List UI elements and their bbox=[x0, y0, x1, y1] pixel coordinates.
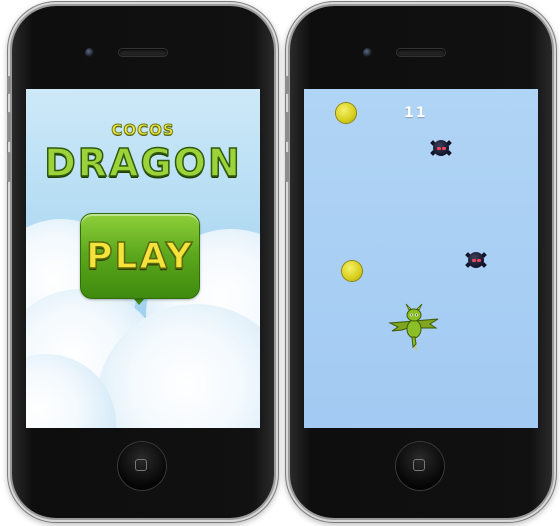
volume-down-button bbox=[7, 152, 11, 182]
menu-screen: COCOS DRAGON PLAY bbox=[26, 89, 260, 428]
home-button[interactable] bbox=[396, 442, 444, 490]
game-title-small: COCOS bbox=[111, 121, 175, 140]
volume-down-button bbox=[285, 152, 289, 182]
game-screen[interactable]: 11 bbox=[304, 89, 538, 428]
earpiece-speaker bbox=[119, 49, 167, 56]
volume-up-button bbox=[7, 112, 11, 142]
home-button[interactable] bbox=[118, 442, 166, 490]
play-button-body: PLAY bbox=[80, 213, 200, 299]
volume-up-button bbox=[285, 112, 289, 142]
dragon-icon bbox=[388, 303, 439, 351]
front-camera bbox=[363, 48, 372, 57]
earpiece-speaker bbox=[397, 49, 445, 56]
bomb-enemy-icon bbox=[430, 139, 452, 157]
play-button[interactable]: PLAY bbox=[80, 213, 200, 309]
score-counter: 11 bbox=[404, 105, 428, 121]
home-square-icon bbox=[413, 459, 425, 471]
coin-icon bbox=[336, 103, 356, 123]
game-title: DRAGON bbox=[43, 140, 242, 186]
play-button-label: PLAY bbox=[85, 235, 194, 278]
phone-left: COCOS DRAGON PLAY bbox=[7, 6, 274, 518]
phone-right: 11 bbox=[285, 6, 552, 518]
front-camera bbox=[85, 48, 94, 57]
coin-icon bbox=[342, 261, 362, 281]
mute-switch bbox=[7, 76, 11, 94]
bomb-enemy-icon bbox=[465, 251, 487, 269]
home-square-icon bbox=[135, 459, 147, 471]
mute-switch bbox=[285, 76, 289, 94]
